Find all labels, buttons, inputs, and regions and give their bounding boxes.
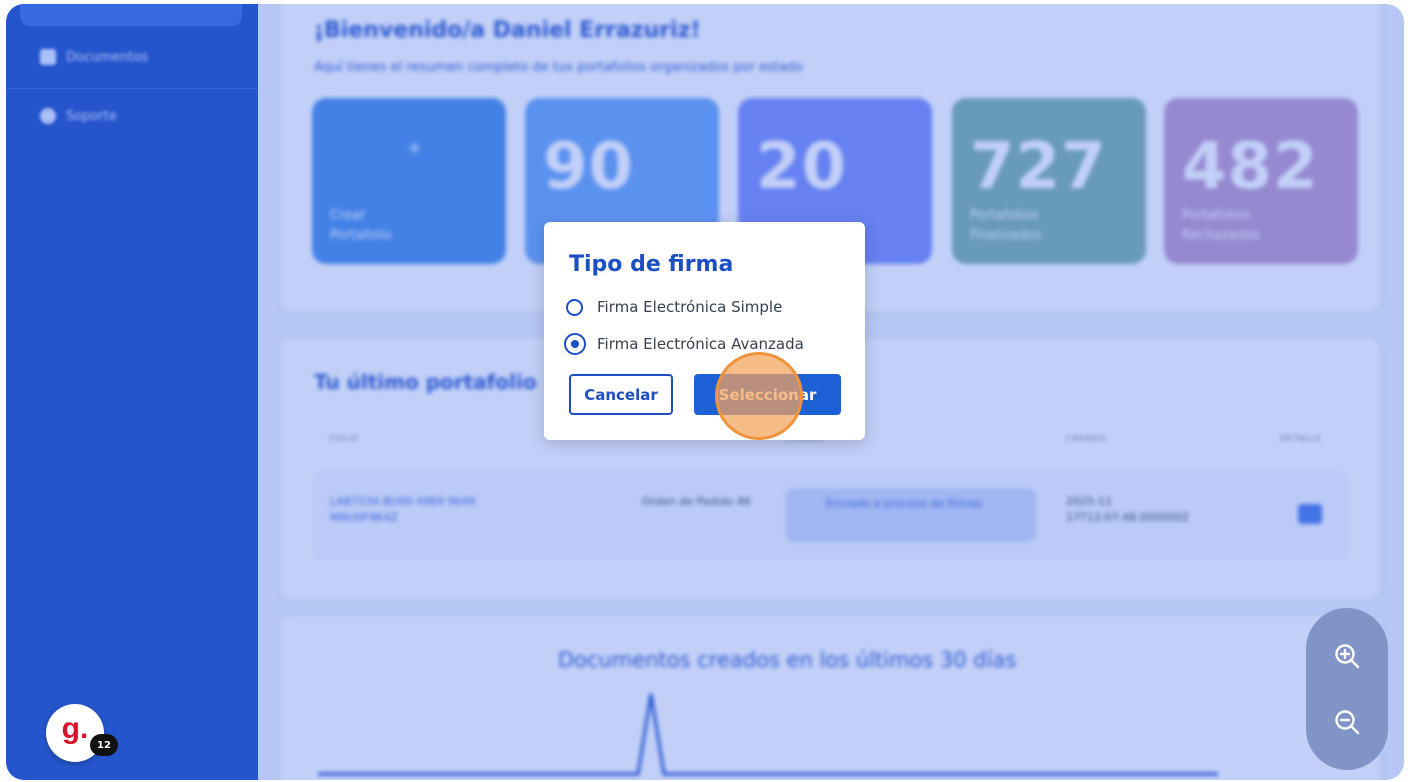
welcome-title: ¡Bienvenido/a Daniel Errazuriz! — [314, 18, 701, 43]
table-cell-created: 2025-11 17T12:07:48.000000Z — [1066, 495, 1190, 524]
sidebar: Documentos Soporte — [6, 4, 258, 780]
sidebar-item-soporte[interactable]: Soporte — [40, 108, 117, 124]
zoom-out-icon[interactable] — [1329, 704, 1365, 740]
sidebar-item-label: Documentos — [66, 49, 149, 65]
notification-badge: 12 — [90, 734, 118, 756]
stat-card[interactable]: 727 Portafolios Finalizados — [952, 98, 1146, 264]
sidebar-active-item[interactable] — [20, 4, 242, 26]
option-label: Firma Electrónica Simple — [597, 298, 783, 316]
stat-label: Crear Portafolio — [330, 208, 392, 243]
stat-value: 482 — [1182, 130, 1319, 204]
radio-simple[interactable] — [566, 298, 583, 316]
plus-icon: + — [407, 138, 423, 159]
chart-line — [318, 693, 1218, 776]
zoom-in-icon[interactable] — [1329, 638, 1365, 674]
table-header: DETALLE — [1280, 434, 1322, 443]
stat-label: Portafolios Rechazados — [1182, 208, 1260, 243]
dialog-title: Tipo de firma — [569, 252, 734, 277]
table-header: CREADO — [1066, 434, 1107, 443]
status-badge: Enviado a proceso de firmas — [786, 488, 1036, 542]
option-advanced[interactable]: Firma Electrónica Avanzada — [564, 333, 804, 355]
option-simple[interactable]: Firma Electrónica Simple — [566, 298, 782, 316]
table-cell-name[interactable]: LAB7534 BU00 4969 9649 MNU0F9K4Z — [330, 494, 540, 526]
stat-card[interactable]: 482 Portafolios Rechazados — [1164, 98, 1358, 264]
sidebar-divider — [6, 88, 258, 89]
stat-value: 90 — [543, 130, 635, 204]
radio-advanced-checked[interactable] — [564, 333, 586, 355]
table-cell-type: Orden de Pedido 46 — [642, 495, 751, 508]
support-icon — [40, 108, 56, 124]
stat-label: Portafolios Finalizados — [970, 208, 1042, 243]
zoom-controls — [1306, 608, 1388, 770]
cancel-button[interactable]: Cancelar — [569, 374, 673, 415]
stat-card-create[interactable]: + Crear Portafolio — [312, 98, 506, 264]
section-title: Tu último portafolio — [314, 370, 537, 394]
chart-title: Documentos creados en los últimos 30 día… — [558, 648, 1017, 672]
signature-type-dialog: Tipo de firma Firma Electrónica Simple F… — [544, 222, 865, 440]
stat-value: 727 — [970, 130, 1107, 204]
avatar-letter: g. — [61, 712, 89, 745]
table-header: FOLIO — [330, 434, 360, 443]
select-button[interactable]: Seleccionar — [694, 374, 841, 415]
option-label: Firma Electrónica Avanzada — [597, 335, 804, 353]
welcome-subtitle: Aquí tienes el resumen completo de tus p… — [314, 60, 804, 75]
view-detail-icon[interactable] — [1298, 504, 1322, 524]
document-icon — [40, 49, 56, 65]
sidebar-item-label: Soporte — [66, 108, 117, 124]
sidebar-item-documentos[interactable]: Documentos — [40, 49, 148, 65]
stat-value: 20 — [756, 130, 848, 204]
